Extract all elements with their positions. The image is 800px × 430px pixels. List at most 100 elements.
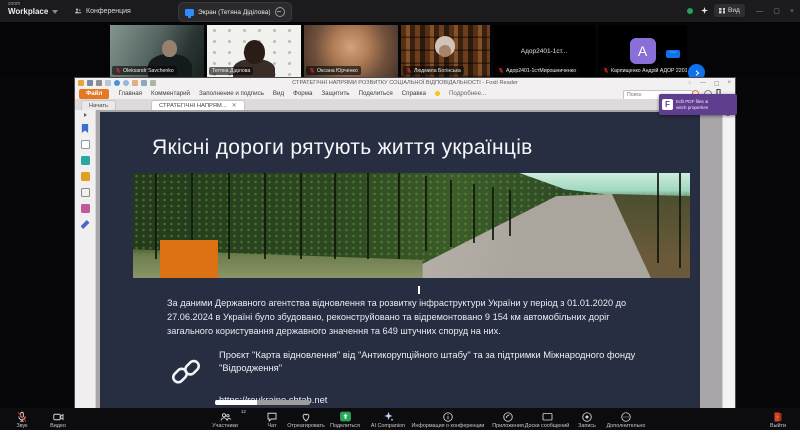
foxit-reader-window: СТРАТЕГІЧНІ НАПРЯМИ РОЗВИТКУ СОЦІАЛЬНОЇ … bbox=[75, 78, 735, 408]
audio-button[interactable]: Звук bbox=[4, 410, 40, 429]
participants-button[interactable]: 12 Участники bbox=[196, 410, 254, 429]
promo-line1: Edit PDF files & bbox=[676, 99, 708, 104]
leave-button[interactable]: Выйти bbox=[758, 410, 798, 429]
heart-icon bbox=[300, 411, 312, 423]
participant-name-plate: Людмила Богінська bbox=[403, 66, 464, 75]
muted-mic-icon bbox=[498, 67, 504, 74]
camera-icon bbox=[52, 411, 65, 423]
snapshot-icon[interactable] bbox=[141, 80, 147, 86]
participant-name-plate: Тетяна Діділова bbox=[209, 67, 253, 75]
pages-panel-icon[interactable] bbox=[81, 140, 90, 149]
video-tile-active-speaker[interactable]: Тетяна Діділова bbox=[207, 25, 301, 77]
bookmarks-panel-icon[interactable] bbox=[81, 124, 90, 133]
more-label: Дополнительно bbox=[607, 423, 646, 429]
participant-name: Oleksandr Savchenko bbox=[123, 68, 174, 74]
menu-share[interactable]: Поделиться bbox=[359, 90, 393, 97]
menu-form[interactable]: Форма bbox=[293, 90, 312, 97]
video-button[interactable]: Видео bbox=[40, 410, 76, 429]
scroll-indicator[interactable] bbox=[215, 400, 310, 405]
participant-name-plate: Оксана Юрченко bbox=[306, 66, 361, 75]
participant-name-plate: Oleksandr Savchenko bbox=[112, 66, 177, 75]
vertical-scrollbar[interactable] bbox=[722, 110, 732, 408]
participant-video-strip: Oleksandr Savchenko Тетяна Діділова Окса… bbox=[0, 22, 800, 78]
avatar: А bbox=[630, 38, 656, 64]
undo-icon[interactable] bbox=[114, 80, 120, 86]
screen-share-tab[interactable]: Экран (Тетяна Діділова) bbox=[178, 2, 292, 22]
meeting-info-label: Информация о конференции bbox=[412, 423, 485, 429]
participant-name: Адор2401-1стМирошниченко bbox=[506, 68, 576, 74]
share-screen-icon bbox=[339, 410, 352, 423]
orange-logo-block bbox=[160, 240, 218, 278]
chat-button-label: Чат bbox=[268, 423, 277, 429]
road-photo bbox=[133, 173, 690, 278]
tile-more-options-button[interactable]: ⋯ bbox=[666, 50, 680, 58]
participant-display-name: Адор2401-1ст... bbox=[493, 48, 595, 55]
video-tile[interactable]: Oleksandr Savchenko bbox=[110, 25, 204, 77]
remove-pin-icon[interactable] bbox=[275, 7, 285, 17]
open-icon[interactable] bbox=[78, 80, 84, 86]
sparkle-icon[interactable] bbox=[701, 7, 708, 14]
file-menu-button[interactable]: Файл bbox=[79, 89, 109, 99]
video-tile[interactable]: Адор2401-1ст... Адор2401-1стМирошниченко bbox=[493, 25, 595, 77]
hand-tool-icon[interactable] bbox=[132, 80, 138, 86]
chat-icon bbox=[266, 411, 278, 423]
maximize-icon[interactable]: ▢ bbox=[773, 7, 780, 15]
promo-popup[interactable]: F Edit PDF files & witch properties bbox=[659, 94, 737, 115]
menu-protect[interactable]: Защитить bbox=[321, 90, 349, 97]
menu-fill-sign[interactable]: Заполнение и подпись bbox=[199, 90, 264, 97]
video-tile[interactable]: Людмила Богінська bbox=[401, 25, 490, 77]
ai-companion-button[interactable]: AI Companion bbox=[362, 410, 414, 429]
muted-mic-icon bbox=[115, 67, 121, 74]
menu-help[interactable]: Справка bbox=[402, 90, 426, 97]
more-button[interactable]: Дополнительно bbox=[602, 410, 650, 429]
leave-door-icon bbox=[772, 411, 784, 423]
reactions-button-label: Отреагировать bbox=[287, 423, 325, 429]
menu-view[interactable]: Вид bbox=[273, 90, 284, 97]
comments-panel-icon[interactable] bbox=[81, 156, 90, 165]
print-icon[interactable] bbox=[96, 80, 102, 86]
meeting-tab[interactable]: Конференция bbox=[70, 3, 135, 19]
save-icon[interactable] bbox=[87, 80, 93, 86]
promo-logo: F bbox=[662, 99, 673, 110]
participant-name: Карпищенко Андрій АДОР 2201 bbox=[611, 68, 687, 74]
close-icon[interactable]: × bbox=[727, 80, 731, 86]
navigation-panel bbox=[75, 110, 96, 408]
menu-comment[interactable]: Комментарий bbox=[151, 90, 190, 97]
slide-paragraph: За даними Державного агентства відновлен… bbox=[167, 296, 641, 338]
grid-view-icon bbox=[719, 8, 725, 14]
status-dot bbox=[687, 8, 693, 14]
chevron-down-icon[interactable] bbox=[52, 10, 58, 14]
record-icon bbox=[581, 411, 593, 423]
minimize-icon[interactable]: — bbox=[756, 8, 763, 15]
more-hint-label[interactable]: Подробнее... bbox=[449, 90, 486, 97]
record-button[interactable]: Запись bbox=[568, 410, 606, 429]
page-view-icon[interactable] bbox=[150, 80, 156, 86]
menu-home[interactable]: Главная bbox=[118, 90, 142, 97]
workplace-logo-text: Workplace bbox=[8, 8, 48, 16]
minimize-icon[interactable]: — bbox=[700, 80, 706, 86]
redo-icon[interactable] bbox=[123, 80, 129, 86]
quick-access-toolbar bbox=[78, 80, 156, 86]
participant-name: Людмила Богінська bbox=[414, 68, 461, 74]
record-label: Запись bbox=[578, 423, 596, 429]
layout-icon[interactable]: ⁘ bbox=[687, 80, 692, 87]
restore-icon[interactable]: ▢ bbox=[714, 80, 720, 87]
ai-sparkle-icon bbox=[382, 410, 395, 423]
video-tile[interactable]: Оксана Юрченко bbox=[304, 25, 398, 77]
leave-label: Выйти bbox=[770, 423, 786, 429]
window-controls: — ▢ × bbox=[756, 0, 794, 22]
link-chain-icon bbox=[169, 355, 203, 389]
zoom-meeting-screen: zoom Workplace Конференция Экран (Тетяна… bbox=[0, 0, 800, 430]
signature-panel-icon[interactable] bbox=[81, 220, 90, 229]
mail-icon[interactable] bbox=[105, 80, 111, 86]
attachments-panel-icon[interactable] bbox=[81, 188, 90, 197]
collapse-arrow-icon[interactable] bbox=[84, 113, 87, 117]
stamps-panel-icon[interactable] bbox=[81, 204, 90, 213]
layers-panel-icon[interactable] bbox=[81, 172, 90, 181]
view-button[interactable]: Вид bbox=[714, 4, 745, 17]
close-icon[interactable]: × bbox=[790, 8, 794, 15]
ai-companion-label: AI Companion bbox=[371, 423, 405, 429]
meeting-info-button[interactable]: Информация о конференции bbox=[410, 410, 486, 429]
meeting-tab-label: Конференция bbox=[86, 8, 131, 15]
whiteboards-button[interactable]: Доски сообщений bbox=[520, 410, 574, 429]
